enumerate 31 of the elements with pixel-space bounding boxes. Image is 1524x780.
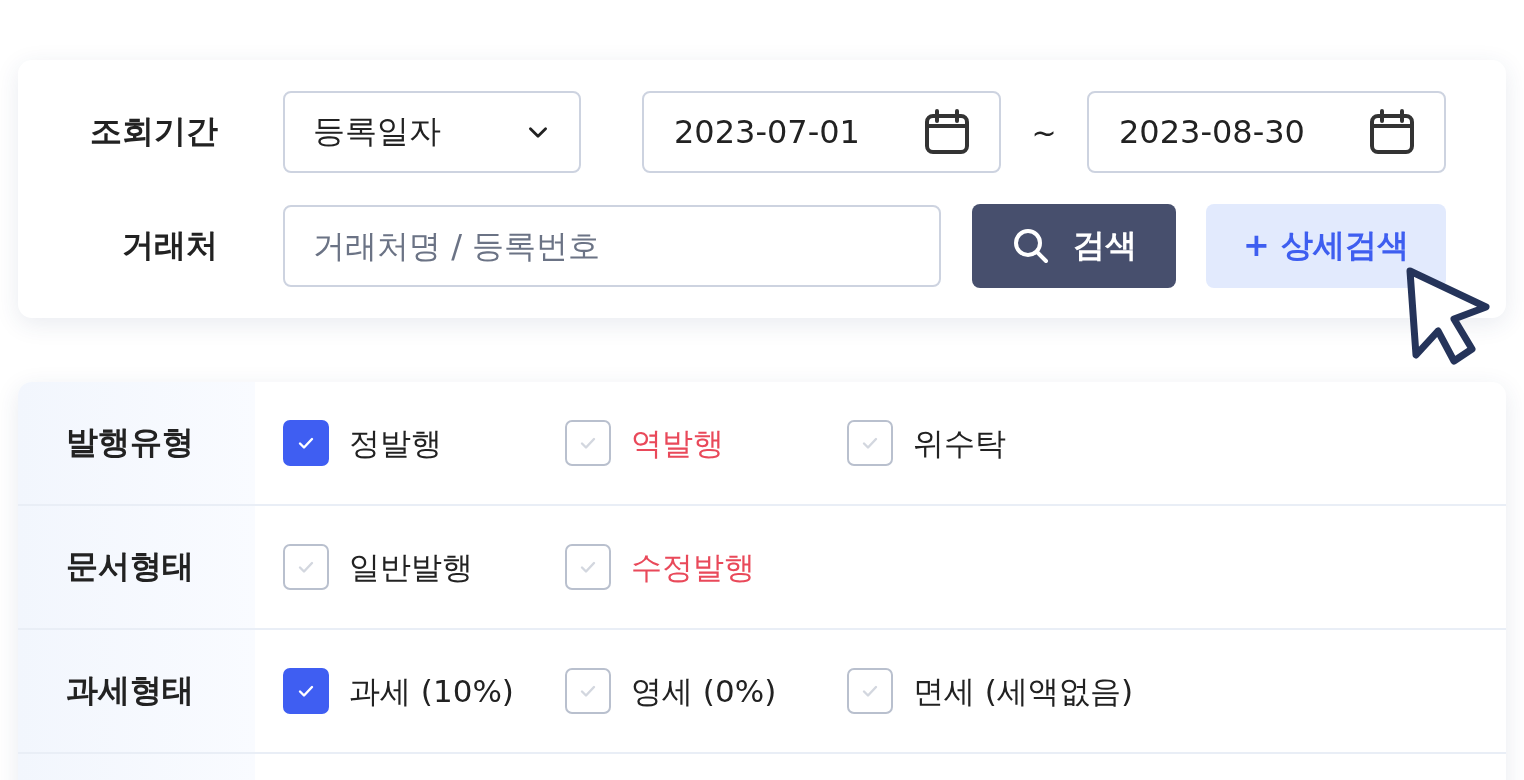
checkbox[interactable] <box>283 544 329 590</box>
checkbox[interactable] <box>847 668 893 714</box>
field-label: 조회기간 <box>89 111 218 152</box>
search-button[interactable]: 검색 <box>972 204 1176 288</box>
calendar-icon <box>1368 108 1416 156</box>
checkbox[interactable] <box>283 668 329 714</box>
filter-label-cell: 발행유형 <box>18 382 255 504</box>
range-separator: ~ <box>1030 114 1058 150</box>
calendar-icon <box>923 108 971 156</box>
filter-label-cell: 문서형태 <box>18 506 255 628</box>
date-type-select[interactable]: 등록일자 <box>283 91 581 173</box>
checkbox[interactable] <box>283 420 329 466</box>
checkbox-option[interactable]: 역발행 <box>565 420 847 466</box>
filter-label-cell: 과세형태 <box>18 630 255 752</box>
checkbox-option[interactable]: 과세 (10%) <box>283 668 565 714</box>
partner-search-field[interactable]: 거래처명 / 등록번호 <box>283 205 941 287</box>
checkbox[interactable] <box>565 544 611 590</box>
end-date-field[interactable]: 2023-08-30 <box>1087 91 1446 173</box>
field-label: 거래처 <box>121 225 218 266</box>
detail-search-button[interactable]: + 상세검색 <box>1206 204 1446 288</box>
checkbox-option[interactable]: 위수탁 <box>847 420 1129 466</box>
start-date-field[interactable]: 2023-07-01 <box>642 91 1001 173</box>
search-icon <box>1011 226 1051 266</box>
checkbox[interactable] <box>565 420 611 466</box>
checkbox-option[interactable]: 정발행 <box>283 420 565 466</box>
checkbox[interactable] <box>847 420 893 466</box>
checkbox-option[interactable]: 영세 (0%) <box>565 668 847 714</box>
checkbox-option[interactable]: 면세 (세액없음) <box>847 668 1134 714</box>
checkbox-option[interactable]: 일반발행 <box>283 544 565 590</box>
checkbox-option[interactable]: 수정발행 <box>565 544 847 590</box>
checkbox[interactable] <box>565 668 611 714</box>
